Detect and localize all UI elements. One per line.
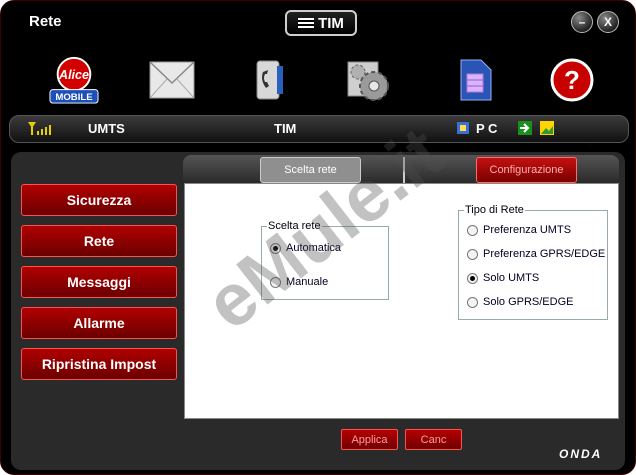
network-type-label: UMTS <box>88 121 125 136</box>
content-area: Scelta rete Automatica Manuale Tipo di R… <box>184 183 619 419</box>
picture-icon[interactable] <box>540 121 554 138</box>
signal-strength-icon <box>26 120 56 139</box>
radio-preferenza-gprs-indicator[interactable] <box>467 248 478 260</box>
radio-solo-gprs-label: Solo GPRS/EDGE <box>483 296 574 308</box>
radio-solo-umts-indicator[interactable] <box>467 272 478 284</box>
tab-configurazione[interactable]: Configurazione <box>476 157 577 183</box>
radio-preferenza-gprs[interactable]: Preferenza GPRS/EDGE <box>467 248 605 260</box>
radio-preferenza-umts-indicator[interactable] <box>467 224 478 236</box>
tipo-di-rete-group: Tipo di Rete Preferenza UMTS Preferenza … <box>458 204 608 320</box>
sidebar-item-allarme[interactable]: Allarme <box>21 307 177 339</box>
radio-preferenza-umts[interactable]: Preferenza UMTS <box>467 224 571 236</box>
close-button[interactable]: X <box>597 11 619 33</box>
app-window: Rete TIM – X Alice MOBILE ? UMTS TIM P C… <box>0 0 636 475</box>
tab-separator <box>403 157 405 183</box>
status-bar: UMTS TIM P C <box>9 115 629 143</box>
connect-arrow-icon[interactable] <box>518 121 532 138</box>
radio-solo-umts[interactable]: Solo UMTS <box>467 272 539 284</box>
radio-solo-gprs[interactable]: Solo GPRS/EDGE <box>467 296 573 308</box>
onda-brand-logo: ONDA <box>559 447 603 461</box>
window-title: Rete <box>29 13 62 30</box>
tim-logo-text: TIM <box>318 14 344 32</box>
radio-manuale-indicator[interactable] <box>270 276 281 288</box>
minimize-button[interactable]: – <box>571 11 593 33</box>
radio-solo-umts-label: Solo UMTS <box>483 272 540 284</box>
cancel-button[interactable]: Canc <box>405 429 462 450</box>
settings-gear-icon[interactable] <box>344 55 394 105</box>
scelta-rete-legend: Scelta rete <box>268 220 321 232</box>
radio-manuale[interactable]: Manuale <box>270 276 328 288</box>
alice-mobile-text: MOBILE <box>55 92 93 103</box>
sim-card-icon[interactable] <box>450 55 500 105</box>
usb-connection-icon <box>456 121 470 138</box>
radio-preferenza-gprs-label: Preferenza GPRS/EDGE <box>483 248 606 260</box>
radio-solo-gprs-indicator[interactable] <box>467 296 478 308</box>
radio-preferenza-umts-label: Preferenza UMTS <box>483 224 572 236</box>
alice-mobile-icon[interactable]: Alice MOBILE <box>49 55 99 105</box>
help-question-mark: ? <box>564 65 580 95</box>
phone-icon[interactable] <box>244 55 294 105</box>
alice-logo-text: Alice <box>58 68 89 82</box>
tab-scelta-rete[interactable]: Scelta rete <box>260 157 361 183</box>
radio-automatica[interactable]: Automatica <box>270 242 341 254</box>
tipo-di-rete-legend: Tipo di Rete <box>465 204 524 216</box>
envelope-icon[interactable] <box>147 55 197 105</box>
apply-button[interactable]: Applica <box>341 429 398 450</box>
operator-label: TIM <box>274 121 297 136</box>
sidebar-item-ripristina[interactable]: Ripristina Impost <box>21 348 177 380</box>
tim-stripes-icon <box>298 18 315 28</box>
scelta-rete-group: Scelta rete Automatica Manuale <box>261 220 389 300</box>
pc-label: P C <box>476 121 498 136</box>
radio-automatica-indicator[interactable] <box>270 242 281 254</box>
radio-manuale-label: Manuale <box>286 276 329 288</box>
sidebar-item-sicurezza[interactable]: Sicurezza <box>21 184 177 216</box>
sidebar-item-messaggi[interactable]: Messaggi <box>21 266 177 298</box>
sidebar-item-rete[interactable]: Rete <box>21 225 177 257</box>
radio-automatica-label: Automatica <box>286 242 342 254</box>
tim-logo: TIM <box>285 10 357 36</box>
help-icon[interactable]: ? <box>547 55 597 105</box>
